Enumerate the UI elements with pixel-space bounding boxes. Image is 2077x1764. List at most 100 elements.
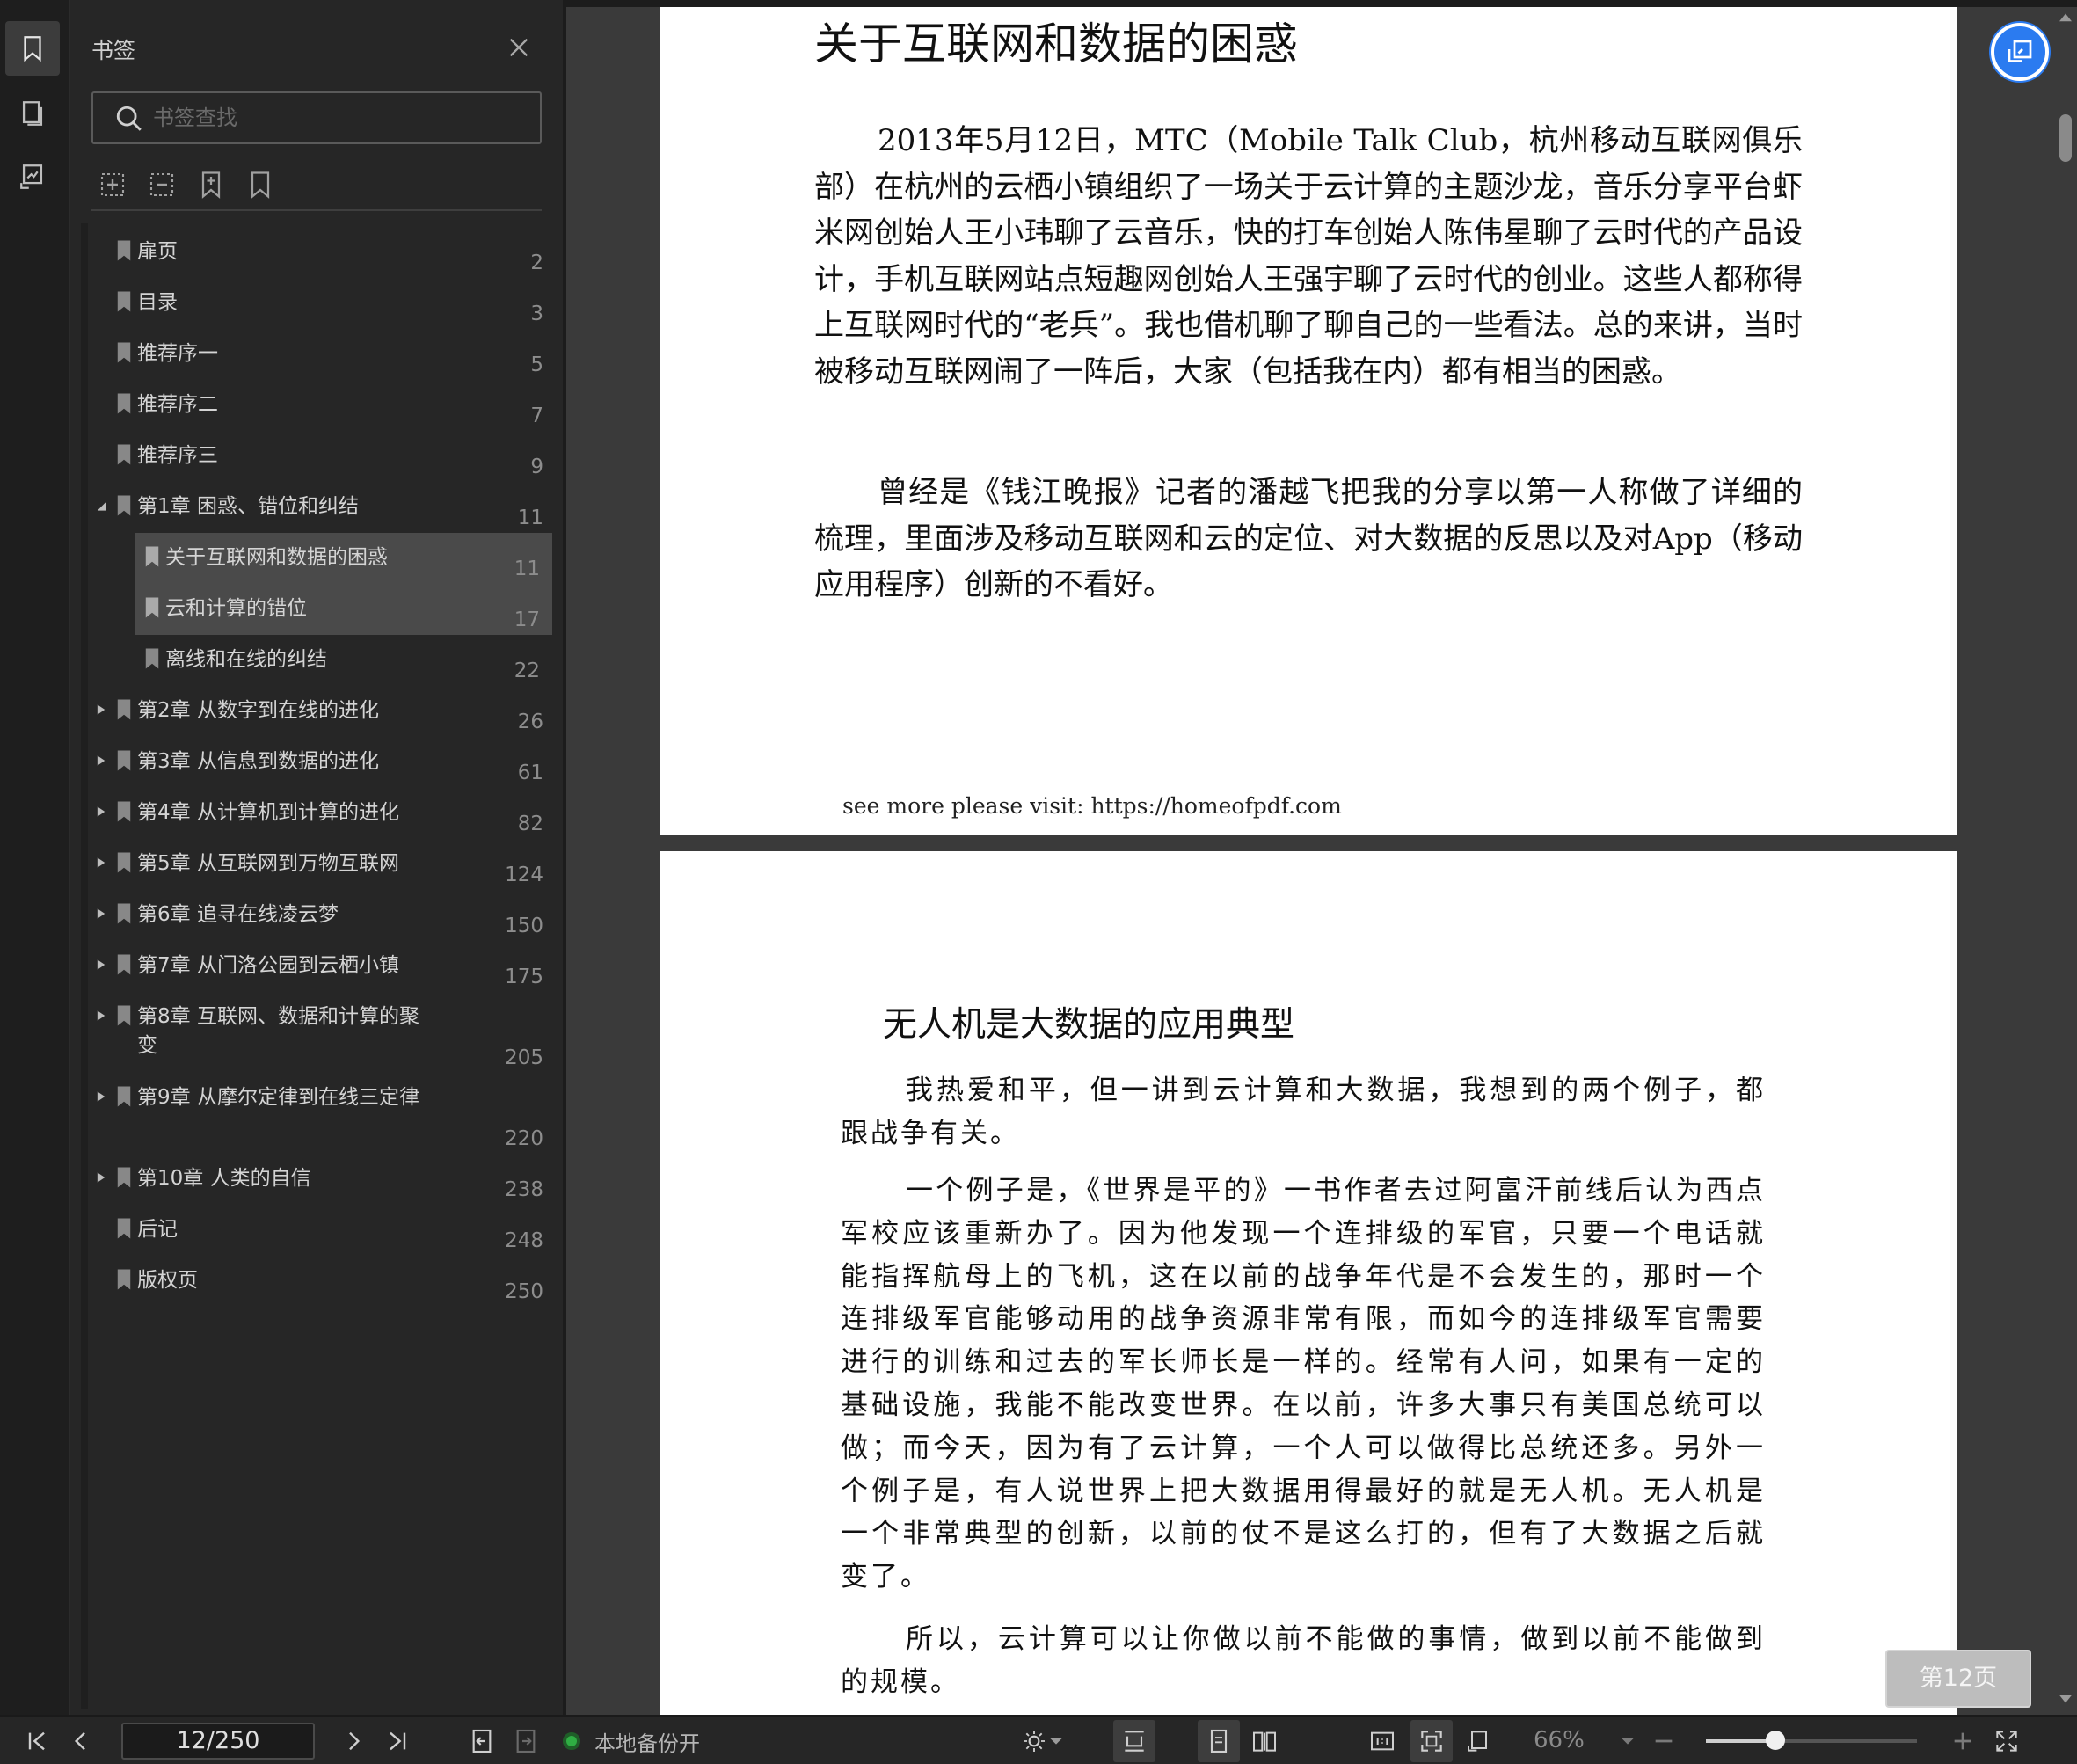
bookmark-item[interactable]: 目录 3 (91, 278, 556, 329)
expanded-arrow-icon[interactable] (95, 498, 107, 514)
zoom-out-icon[interactable] (1650, 1727, 1678, 1755)
bookmark-item[interactable]: 第4章 从计算机到计算的进化 82 (91, 788, 556, 839)
thumbnail-panel-button[interactable] (5, 86, 60, 141)
bookmark-icon (117, 1167, 131, 1188)
last-page-icon[interactable] (383, 1727, 412, 1755)
first-page-icon[interactable] (23, 1727, 51, 1755)
bookmark-item[interactable]: 第3章 从信息到数据的进化 61 (91, 737, 556, 788)
bookmark-page: 11 (517, 507, 543, 529)
bookmark-item[interactable]: 第9章 从摩尔定律到在线三定律 220 (91, 1073, 556, 1154)
bookmark-page: 9 (530, 456, 543, 478)
bookmark-page: 7 (530, 405, 543, 427)
collapsed-arrow-icon[interactable] (95, 855, 107, 871)
search-icon (116, 106, 142, 131)
zoom-slider[interactable] (1706, 1739, 1917, 1743)
bookmark-item[interactable]: 第2章 从数字到在线的进化 26 (91, 686, 556, 737)
add-bookmark-icon[interactable] (195, 169, 227, 200)
rotate-page-icon[interactable] (1465, 1727, 1493, 1755)
bookmark-label: 第4章 从计算机到计算的进化 (137, 801, 399, 824)
collapsed-arrow-icon[interactable] (95, 957, 107, 973)
thumbnail-icon (22, 101, 43, 126)
bookmark-item-chapter1[interactable]: 第1章 困惑、错位和纠结 11 (91, 482, 556, 533)
bookmark-search-input[interactable] (153, 93, 522, 142)
bookmark-page: 82 (517, 813, 543, 835)
bookmark-item[interactable]: 第6章 追寻在线凌云梦 150 (91, 890, 556, 941)
document-page: 无人机是大数据的应用典型 我热爱和平，但一讲到云计算和大数据，我想到的两个例子，… (660, 851, 1957, 1715)
bookmark-label: 版权页 (137, 1269, 198, 1292)
scroll-up-icon[interactable] (2058, 11, 2073, 23)
bookmark-label: 第8章 互联网、数据和计算的聚变 (137, 1005, 419, 1057)
page-footer-note: see more please visit: https://homeofpdf… (842, 793, 1342, 819)
back-view-icon[interactable] (468, 1727, 496, 1755)
bookmark-panel-button[interactable] (5, 21, 60, 76)
bookmark-item[interactable]: 离线和在线的纠结 22 (135, 635, 552, 686)
bookmark-icon (117, 1269, 131, 1290)
bookmark-item[interactable]: 第8章 互联网、数据和计算的聚变 205 (91, 992, 556, 1073)
collapsed-arrow-icon[interactable] (95, 702, 107, 718)
zoom-in-icon[interactable] (1949, 1727, 1977, 1755)
left-rail (0, 0, 69, 1715)
backup-label: 本地备份开 (594, 1731, 700, 1756)
chevron-down-icon[interactable] (1620, 1727, 1636, 1755)
bookmark-page: 2 (530, 251, 543, 274)
bookmark-icon (145, 546, 159, 567)
annotation-icon (20, 164, 43, 189)
double-page-icon[interactable] (1250, 1727, 1279, 1755)
collapsed-arrow-icon[interactable] (95, 804, 107, 820)
actual-size-icon[interactable] (1368, 1727, 1396, 1755)
bookmark-item[interactable]: 第10章 人类的自信 238 (91, 1154, 556, 1205)
page-number-input[interactable]: 12/250 (121, 1723, 315, 1760)
bookmark-item[interactable]: 版权页 250 (91, 1256, 556, 1307)
bookmark-label: 第5章 从互联网到万物互联网 (137, 852, 399, 875)
bookmark-item[interactable]: 第5章 从互联网到万物互联网 124 (91, 839, 556, 890)
bookmark-item[interactable]: 后记 248 (91, 1205, 556, 1256)
annotation-panel-button[interactable] (5, 149, 60, 204)
bookmark-label: 扉页 (137, 240, 178, 263)
bookmark-label: 推荐序三 (137, 444, 218, 467)
bookmark-item-selected[interactable]: 云和计算的错位 17 (135, 584, 552, 635)
next-page-icon[interactable] (339, 1727, 368, 1755)
bookmark-icon (145, 648, 159, 669)
bookmark-item[interactable]: 扉页 2 (91, 227, 556, 278)
bookmark-icon (117, 444, 131, 465)
bookmark-item-selected[interactable]: 关于互联网和数据的困惑 11 (135, 533, 552, 584)
collapse-all-icon[interactable] (146, 169, 178, 200)
bookmark-item[interactable]: 推荐序二 7 (91, 380, 556, 431)
scroll-down-icon[interactable] (2058, 1694, 2073, 1706)
document-view[interactable]: 关于互联网和数据的困惑 2013年5月12日，MTC（Mobile Talk C… (566, 0, 2077, 1715)
fit-page-icon[interactable] (1417, 1727, 1446, 1755)
collapsed-arrow-icon[interactable] (95, 1170, 107, 1185)
backup-status[interactable]: 本地备份开 (563, 1727, 700, 1756)
close-icon[interactable] (505, 33, 533, 62)
vertical-scrollbar[interactable] (2052, 7, 2077, 1713)
collapsed-arrow-icon[interactable] (95, 906, 107, 922)
bookmark-page: 11 (514, 558, 540, 580)
forward-view-icon[interactable] (512, 1727, 540, 1755)
scroll-thumb[interactable] (2059, 114, 2072, 162)
bookmark-label: 离线和在线的纠结 (165, 648, 327, 671)
floating-convert-button[interactable] (1991, 23, 2049, 81)
eye-care-mode-icon[interactable] (1020, 1727, 1048, 1755)
zoom-value[interactable]: 66% (1534, 1727, 1585, 1753)
collapsed-arrow-icon[interactable] (95, 1089, 107, 1104)
chevron-down-icon[interactable] (1048, 1727, 1064, 1755)
bookmark-label: 第9章 从摩尔定律到在线三定律 (137, 1086, 419, 1109)
previous-page-icon[interactable] (67, 1727, 95, 1755)
zoom-slider-knob[interactable] (1766, 1731, 1785, 1750)
document-page: 关于互联网和数据的困惑 2013年5月12日，MTC（Mobile Talk C… (660, 7, 1957, 835)
bookmark-icon (117, 393, 131, 414)
bookmark-icon (117, 1218, 131, 1239)
continuous-scroll-icon[interactable] (1120, 1727, 1148, 1755)
paragraph: 我热爱和平，但一讲到云计算和大数据，我想到的两个例子，都跟战争有关。 (841, 1075, 1766, 1149)
fullscreen-icon[interactable] (1993, 1727, 2021, 1755)
single-page-icon[interactable] (1205, 1727, 1233, 1755)
panel-title: 书签 (91, 38, 136, 63)
expand-all-icon[interactable] (97, 169, 128, 200)
bookmark-item[interactable]: 第7章 从门洛公园到云栖小镇 175 (91, 941, 556, 992)
collapsed-arrow-icon[interactable] (95, 1008, 107, 1024)
bookmark-page: 5 (530, 354, 543, 376)
bookmark-outline-icon[interactable] (244, 169, 276, 200)
bookmark-item[interactable]: 推荐序三 9 (91, 431, 556, 482)
bookmark-item[interactable]: 推荐序一 5 (91, 329, 556, 380)
collapsed-arrow-icon[interactable] (95, 753, 107, 769)
